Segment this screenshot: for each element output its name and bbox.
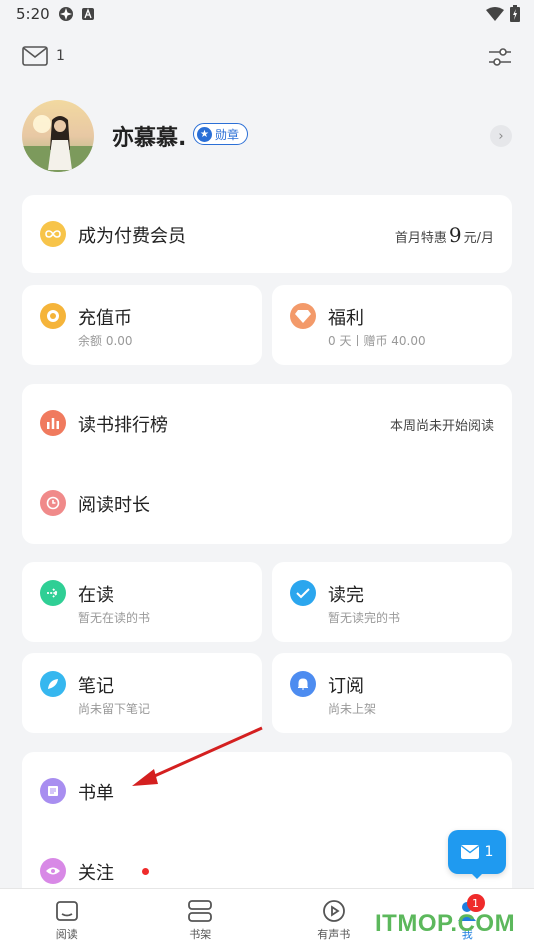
nav-bookshelf-label: 书架 — [189, 928, 212, 941]
list-card: 书单 关注 — [22, 752, 512, 902]
notes-sub: 尚未留下笔记 — [78, 702, 151, 716]
welfare-sub: 0 天丨赠币 40.00 — [328, 334, 426, 348]
coin-icon — [40, 303, 66, 329]
book-list-icon — [40, 778, 66, 804]
star-icon: ★ — [197, 126, 212, 142]
bell-icon — [290, 671, 316, 697]
wifi-icon — [486, 6, 504, 21]
floating-message-tail — [471, 873, 483, 879]
vip-price: 首月特惠 9 元/月 — [395, 223, 494, 247]
ranking-title[interactable]: 读书排行榜 — [78, 411, 168, 437]
vip-card[interactable]: 成为付费会员 首月特惠 9 元/月 — [22, 195, 512, 273]
subscribe-card[interactable]: 订阅 尚未上架 — [272, 653, 512, 733]
subscribe-sub: 尚未上架 — [328, 702, 377, 716]
recharge-title: 充值币 — [78, 308, 132, 329]
status-time: 5:20 — [16, 5, 50, 23]
finished-card[interactable]: 读完 暂无读完的书 — [272, 562, 512, 642]
follow-notification-dot — [142, 868, 149, 875]
welfare-card[interactable]: 福利 0 天丨赠币 40.00 — [272, 285, 512, 365]
app-notification-icon — [59, 7, 73, 21]
recharge-balance: 余额 0.00 — [78, 334, 133, 348]
nav-bookshelf[interactable]: 书架 — [134, 889, 268, 950]
profile-chevron-right-icon[interactable]: › — [490, 125, 512, 147]
mail-icon — [460, 845, 479, 859]
vip-price-prefix: 首月特惠 — [394, 231, 447, 246]
nav-audiobook-label: 有声书 — [317, 928, 351, 941]
notes-title: 笔记 — [78, 676, 114, 697]
message-count: 1 — [56, 48, 65, 64]
ranking-card: 读书排行榜 本周尚未开始阅读 阅读时长 — [22, 384, 512, 544]
reading-title: 在读 — [78, 585, 114, 606]
vip-title: 成为付费会员 — [78, 226, 186, 247]
a-notification-icon — [82, 8, 94, 20]
bookshelf-icon — [188, 900, 213, 922]
subscribe-title: 订阅 — [328, 676, 364, 697]
username: 亦慕慕. — [112, 126, 187, 151]
status-system-icons — [486, 5, 520, 22]
reading-card[interactable]: 在读 暂无在读的书 — [22, 562, 262, 642]
play-circle-icon — [322, 900, 345, 922]
read-icon — [55, 901, 78, 921]
watermark-text-b: .COM — [450, 910, 516, 937]
watermark: ITMOP.COM — [375, 910, 515, 938]
medal-badge-label: 勋章 — [215, 127, 240, 142]
finished-title: 读完 — [328, 585, 364, 606]
finished-sub: 暂无读完的书 — [328, 611, 401, 625]
settings-button[interactable] — [488, 46, 512, 72]
feather-icon — [40, 671, 66, 697]
floating-message-button[interactable]: 1 — [448, 830, 506, 874]
avatar[interactable] — [22, 100, 94, 172]
message-button[interactable]: 1 — [22, 46, 65, 66]
recharge-card[interactable]: 充值币 余额 0.00 — [22, 285, 262, 365]
arrow-right-icon — [40, 580, 66, 606]
diamond-icon — [290, 303, 316, 329]
booklist-title[interactable]: 书单 — [78, 779, 114, 805]
vip-price-unit: 元/月 — [463, 231, 494, 246]
nav-read[interactable]: 阅读 — [0, 889, 134, 950]
medal-badge[interactable]: ★ 勋章 — [193, 123, 249, 145]
floating-message-count: 1 — [484, 844, 494, 860]
reading-time-title[interactable]: 阅读时长 — [78, 491, 150, 517]
avatar-image — [22, 100, 94, 172]
mail-icon — [22, 46, 48, 66]
eye-icon — [40, 858, 66, 884]
follow-title[interactable]: 关注 — [78, 859, 114, 885]
bar-chart-icon — [40, 410, 66, 436]
reading-sub: 暂无在读的书 — [78, 611, 151, 625]
nav-read-label: 阅读 — [55, 928, 78, 941]
ranking-status: 本周尚未开始阅读 — [389, 419, 494, 434]
vip-price-value: 9 — [448, 223, 462, 247]
welfare-title: 福利 — [328, 308, 364, 329]
watermark-text-a: ITMOP — [375, 910, 451, 937]
status-notification-icons — [58, 6, 94, 22]
sliders-icon — [489, 48, 511, 66]
battery-icon — [510, 5, 520, 22]
infinity-icon — [40, 221, 66, 247]
notes-card[interactable]: 笔记 尚未留下笔记 — [22, 653, 262, 733]
check-icon — [290, 580, 316, 606]
clock-icon — [40, 490, 66, 516]
